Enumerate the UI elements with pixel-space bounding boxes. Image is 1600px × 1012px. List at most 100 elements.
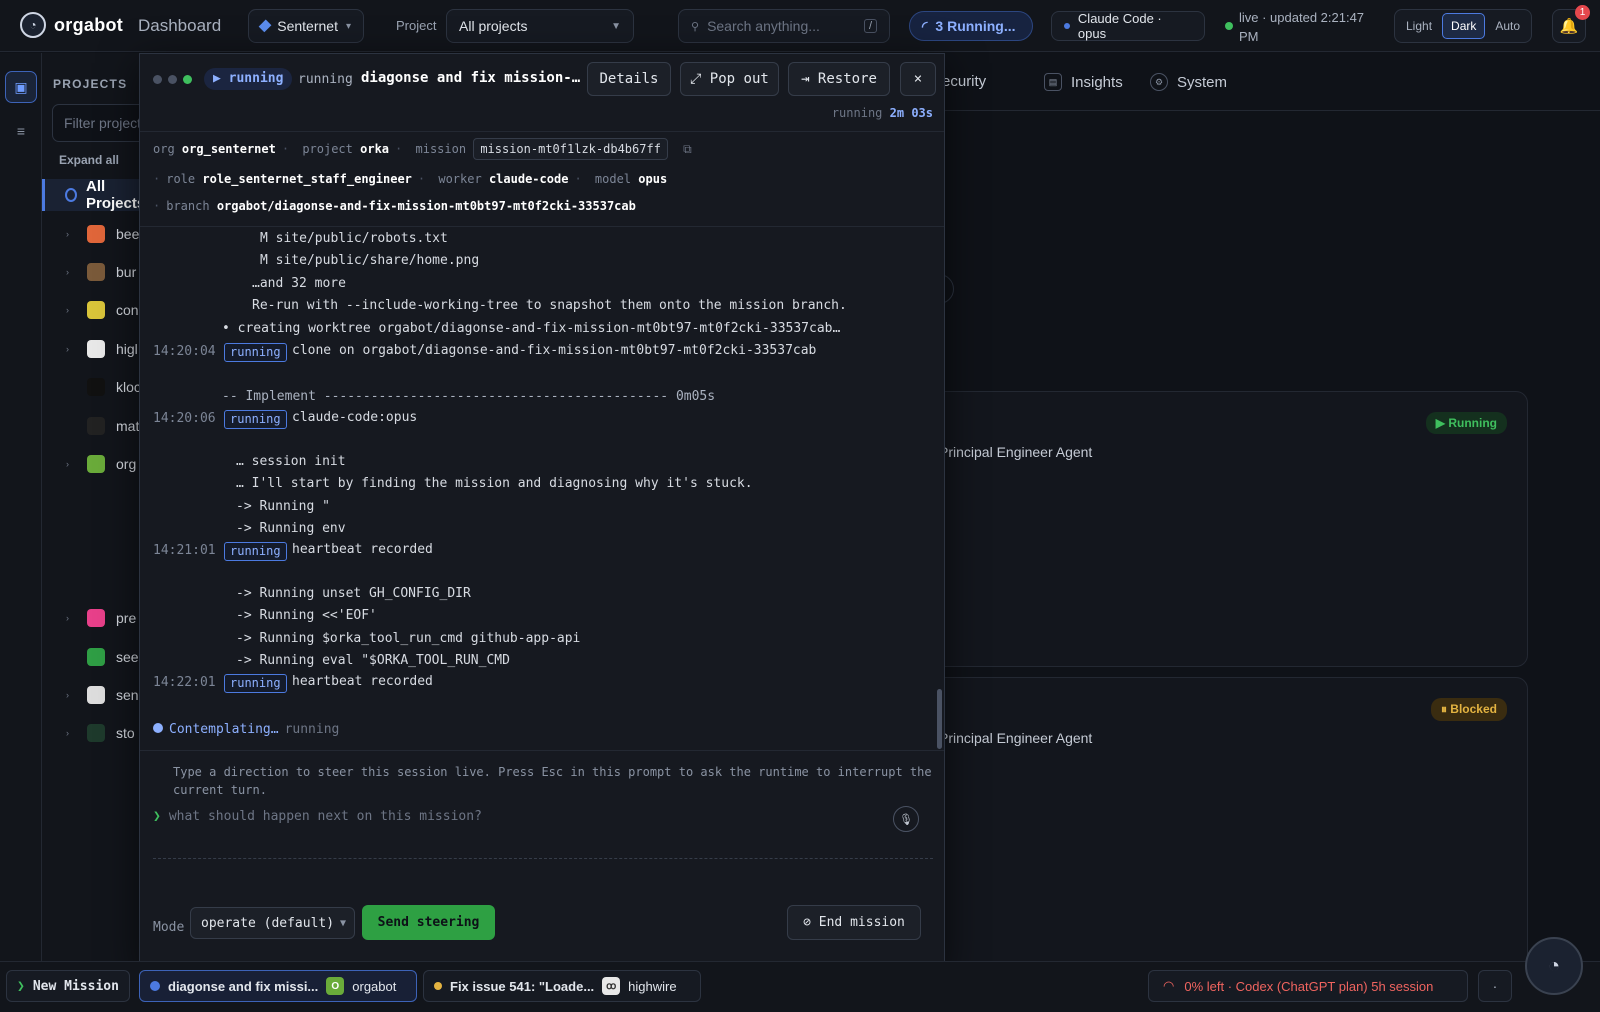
assistant-avatar[interactable]: ◔ bbox=[1525, 937, 1583, 995]
sidebar-project-label: sto bbox=[116, 725, 135, 741]
bell-icon: 🔔 bbox=[1559, 18, 1579, 35]
copy-icon[interactable]: ⧉ bbox=[683, 142, 692, 156]
insights-icon: ▤ bbox=[1044, 73, 1062, 91]
sidebar-project-item[interactable]: › con bbox=[42, 295, 152, 325]
chevron-right-icon[interactable]: › bbox=[66, 305, 69, 315]
rail-projects-button[interactable]: ▣ bbox=[5, 71, 37, 103]
sidebar-project-item[interactable]: › sen bbox=[42, 680, 152, 710]
project-filter-input[interactable]: Filter projects bbox=[52, 104, 152, 142]
gauge-icon: ◠ bbox=[1163, 978, 1175, 993]
chevron-right-icon[interactable]: › bbox=[66, 459, 69, 469]
org-switcher[interactable]: Senternet ▾ bbox=[248, 9, 364, 43]
log-message: heartbeat recorded bbox=[292, 542, 433, 557]
separator: · bbox=[153, 199, 161, 213]
meta-row-2: · role role_senternet_staff_engineer · wor… bbox=[153, 172, 667, 186]
log-line: • creating worktree orgabot/diagonse-and… bbox=[222, 321, 841, 336]
theme-auto[interactable]: Auto bbox=[1487, 14, 1528, 38]
chevron-right-icon[interactable]: › bbox=[66, 690, 69, 700]
sidebar-project-item[interactable]: › pre bbox=[42, 603, 152, 633]
model-value: opus bbox=[638, 172, 668, 186]
sidebar-project-item[interactable]: › sto bbox=[42, 718, 152, 748]
search-input[interactable]: ⚲ Search anything... / bbox=[678, 9, 890, 43]
mode-select[interactable]: operate (default) ▼ bbox=[190, 907, 355, 939]
bur-icon bbox=[87, 263, 105, 281]
sidebar-project-item[interactable]: see bbox=[42, 642, 152, 672]
sidebar-project-item[interactable]: mat bbox=[42, 411, 152, 441]
sidebar-project-item[interactable]: › higl bbox=[42, 334, 152, 364]
log-line: M site/public/robots.txt bbox=[260, 231, 448, 246]
popout-button[interactable]: ⤢ Pop out bbox=[680, 62, 779, 96]
codex-usage-indicator[interactable]: ◠ 0% left · Codex (ChatGPT plan) 5h sessi… bbox=[1148, 970, 1468, 1002]
log-line: … session init bbox=[236, 454, 346, 469]
sidebar-project-item[interactable]: › bee bbox=[42, 219, 152, 249]
model-select[interactable]: Claude Code · opus bbox=[1051, 11, 1205, 41]
mission-meta: org org_senternet · project orka · mission… bbox=[140, 132, 944, 227]
mission-card-blocked[interactable]: ⏸ Blocked Principal Engineer Agent bbox=[918, 677, 1528, 977]
codex-usage-label: 0% left · Codex (ChatGPT plan) 5h sessio… bbox=[1184, 978, 1434, 994]
end-mission-button[interactable]: ⊘ End mission bbox=[787, 905, 921, 940]
close-button[interactable]: × bbox=[900, 62, 936, 96]
tab-system[interactable]: ⚙ System bbox=[1150, 73, 1227, 91]
theme-toggle: Light Dark Auto bbox=[1394, 9, 1533, 43]
send-steering-button[interactable]: Send steering bbox=[362, 905, 495, 940]
project-select[interactable]: All projects ▼ bbox=[446, 9, 634, 43]
highwire-project-icon: ꝏ bbox=[602, 977, 621, 995]
log-status-tag: running bbox=[224, 674, 287, 693]
branch-label: branch bbox=[166, 199, 210, 213]
rail-menu-button[interactable]: ≡ bbox=[5, 115, 37, 147]
chevron-right-icon[interactable]: › bbox=[66, 728, 69, 738]
sidebar-project-item[interactable]: kloc bbox=[42, 372, 152, 402]
new-mission-button[interactable]: ❯ New Mission bbox=[6, 970, 130, 1002]
task-tab-fix-issue[interactable]: Fix issue 541: "Loade... ꝏ highwire bbox=[423, 970, 701, 1002]
chevron-right-icon[interactable]: › bbox=[66, 613, 69, 623]
log-timestamp: 14:20:06 bbox=[153, 411, 216, 426]
session-log: M site/public/robots.txt M site/public/s… bbox=[140, 227, 944, 750]
search-icon: ⚲ bbox=[691, 20, 700, 33]
log-scrollbar[interactable] bbox=[937, 689, 942, 749]
task-tab-diagnose[interactable]: diagonse and fix missi... Oorgabot bbox=[139, 970, 417, 1002]
maximize-dot-icon[interactable] bbox=[183, 75, 192, 84]
sidebar-project-label: bee bbox=[116, 226, 140, 242]
role-label: role bbox=[166, 172, 196, 186]
input-divider bbox=[153, 858, 933, 859]
theme-light[interactable]: Light bbox=[1398, 14, 1440, 38]
chevron-right-icon[interactable]: › bbox=[66, 344, 69, 354]
restore-button[interactable]: ⇥ Restore bbox=[788, 62, 890, 96]
log-timestamp: 14:21:01 bbox=[153, 543, 216, 558]
mission-id[interactable]: mission-mt0f1lzk-db4b67ff bbox=[473, 138, 668, 160]
system-icon: ⚙ bbox=[1150, 73, 1168, 91]
log-line: -> Running unset GH_CONFIG_DIR bbox=[236, 586, 471, 601]
app-logo[interactable]: ◔ orgabot bbox=[20, 12, 123, 38]
tab-insights[interactable]: ▤ Insights bbox=[1044, 73, 1123, 91]
nav-rail: ▣ ≡ bbox=[0, 53, 42, 961]
log-status-tag: running bbox=[224, 542, 287, 561]
sidebar-project-item[interactable]: › bur bbox=[42, 257, 152, 287]
expand-all-button[interactable]: Expand all bbox=[59, 153, 119, 167]
model-dot-icon bbox=[1064, 23, 1070, 29]
running-indicator[interactable]: ◜ 3 Running... bbox=[909, 11, 1033, 41]
dot-icon: · bbox=[1492, 978, 1498, 994]
log-line: -> Running " bbox=[236, 499, 330, 514]
elapsed-label: running bbox=[831, 106, 883, 120]
agent-role: Principal Engineer Agent bbox=[939, 730, 1093, 746]
sidebar-item-all-projects[interactable]: All Projects bbox=[42, 178, 152, 212]
steering-input[interactable]: ❯ what should happen next on this mission… bbox=[153, 809, 482, 824]
sidebar-project-item[interactable]: › org bbox=[42, 449, 152, 479]
details-button[interactable]: Details bbox=[587, 62, 671, 96]
project-label: project bbox=[302, 142, 353, 156]
minimize-dot-icon[interactable] bbox=[168, 75, 177, 84]
log-line: …and 32 more bbox=[252, 276, 346, 291]
log-line: -> Running <<'EOF' bbox=[236, 608, 377, 623]
chevron-right-icon[interactable]: › bbox=[66, 267, 69, 277]
chevron-right-icon[interactable]: › bbox=[66, 229, 69, 239]
all-projects-icon bbox=[65, 188, 77, 202]
close-dot-icon[interactable] bbox=[153, 75, 162, 84]
spinner-icon: ◜ bbox=[922, 17, 928, 34]
more-button[interactable]: · bbox=[1478, 970, 1512, 1002]
notifications-button[interactable]: 🔔 1 bbox=[1552, 5, 1590, 43]
o-icon bbox=[87, 455, 105, 473]
status-dot-icon bbox=[434, 982, 442, 990]
mission-card-running[interactable]: ▶ Running Principal Engineer Agent bbox=[918, 391, 1528, 667]
microphone-button[interactable]: 🎙 bbox=[893, 806, 919, 832]
theme-dark[interactable]: Dark bbox=[1442, 13, 1486, 39]
